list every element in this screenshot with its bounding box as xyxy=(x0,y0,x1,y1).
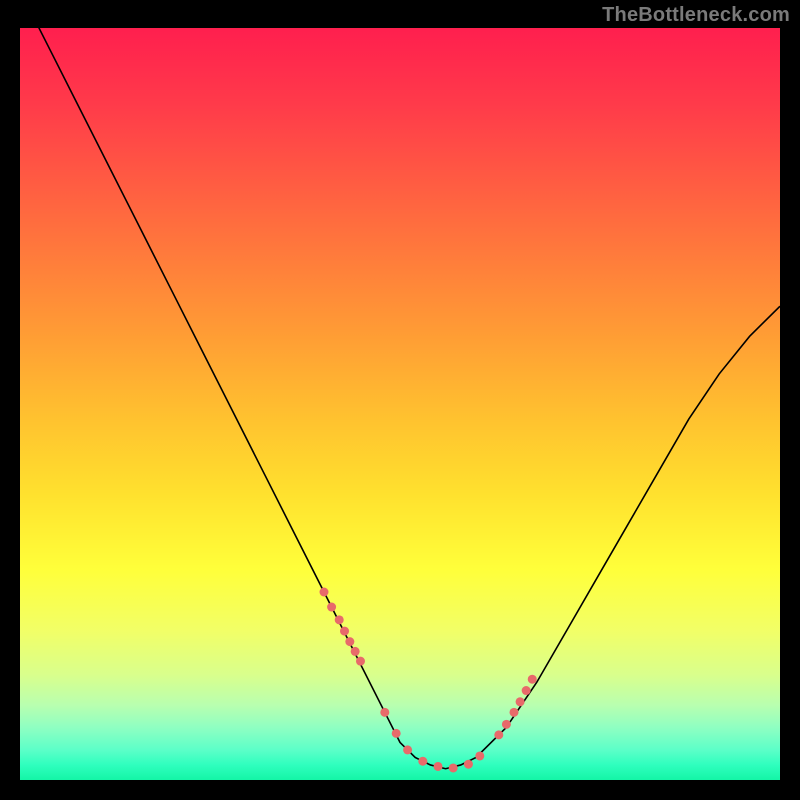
marker-dot xyxy=(522,686,531,695)
marker-dot xyxy=(392,729,401,738)
marker-dot xyxy=(434,762,443,771)
marker-dot xyxy=(449,763,458,772)
marker-dot xyxy=(335,615,344,624)
marker-dot xyxy=(510,708,519,717)
marker-dot xyxy=(351,647,360,656)
marker-dot xyxy=(345,637,354,646)
marker-dot xyxy=(516,697,525,706)
marker-dot xyxy=(502,720,511,729)
marker-dot xyxy=(380,708,389,717)
marker-dot xyxy=(327,603,336,612)
curve-svg xyxy=(20,28,780,780)
marker-dot xyxy=(320,588,329,597)
marker-dot xyxy=(418,757,427,766)
plot-area xyxy=(20,28,780,780)
marker-dot xyxy=(494,730,503,739)
chart-stage: TheBottleneck.com xyxy=(0,0,800,800)
watermark-text: TheBottleneck.com xyxy=(602,4,790,27)
marker-dot xyxy=(464,760,473,769)
highlight-markers xyxy=(320,588,537,773)
marker-dot xyxy=(403,745,412,754)
bottleneck-curve xyxy=(20,28,780,769)
marker-dot xyxy=(528,675,537,684)
marker-dot xyxy=(475,751,484,760)
marker-dot xyxy=(340,627,349,636)
marker-dot xyxy=(356,657,365,666)
